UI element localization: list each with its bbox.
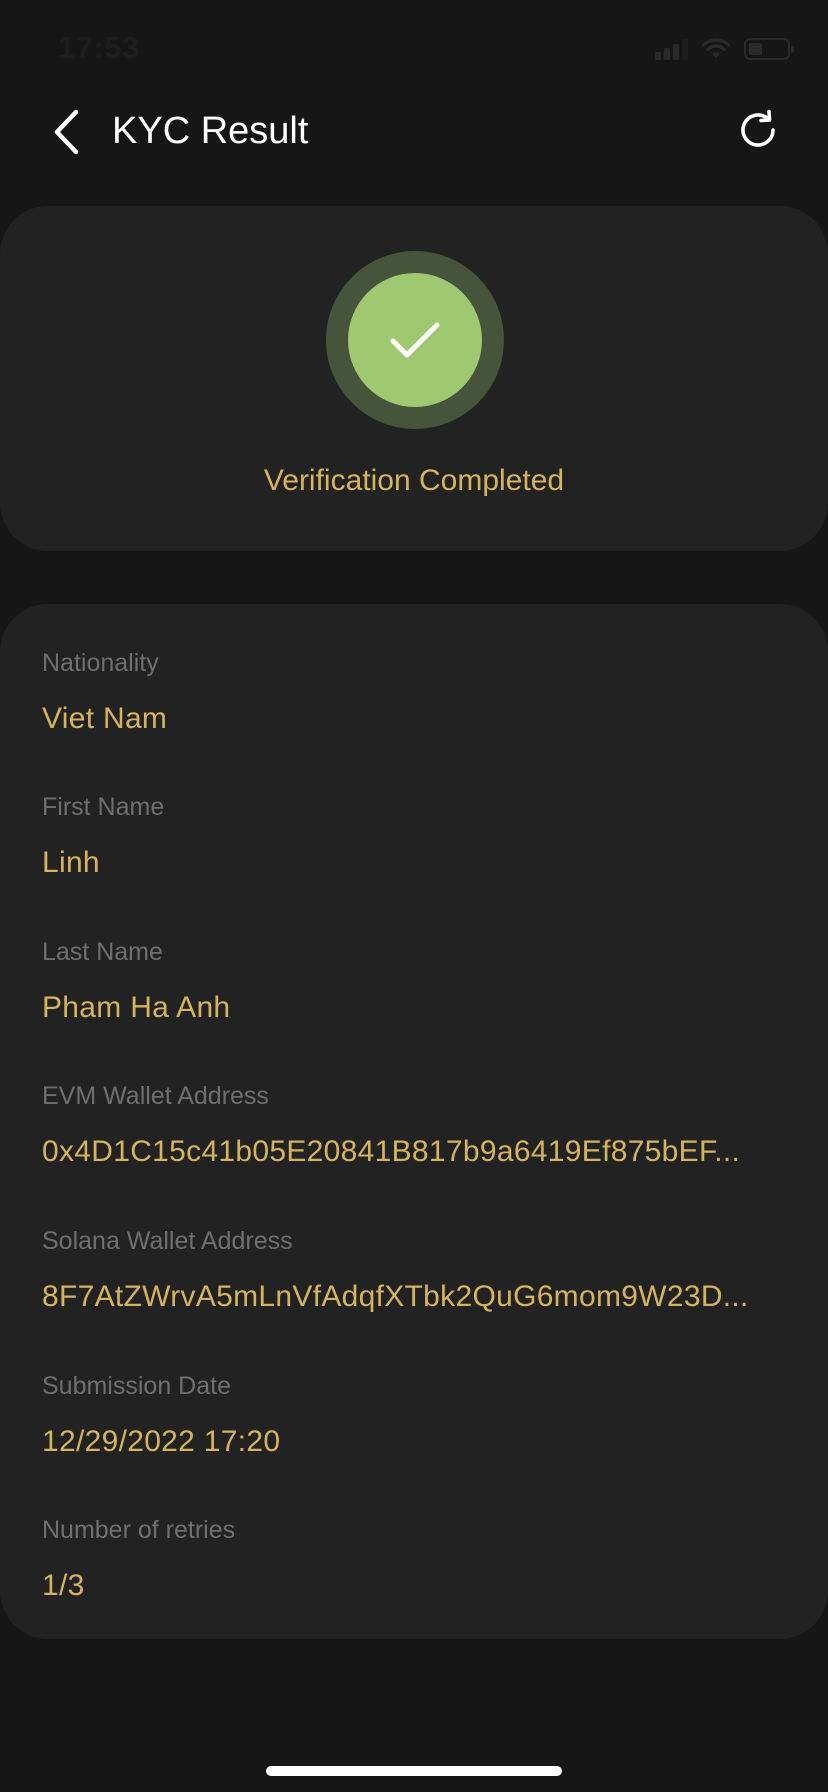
- verification-status-card: Verification Completed: [0, 206, 828, 551]
- detail-label: Solana Wallet Address: [42, 1227, 293, 1255]
- success-circle: [348, 273, 482, 407]
- battery-level: [749, 43, 762, 55]
- back-button[interactable]: [44, 106, 88, 158]
- header: KYC Result: [0, 92, 828, 172]
- detail-nationality: Nationality Viet Nam: [42, 651, 788, 734]
- detail-submission-date: Submission Date 12/29/2022 17:20: [42, 1374, 788, 1457]
- detail-number-of-retries: Number of retries 1/3: [42, 1518, 788, 1601]
- detail-value: 0x4D1C15c41b05E20841B817b9a6419Ef875bEF.…: [42, 1137, 741, 1167]
- success-badge: [326, 251, 504, 429]
- home-indicator[interactable]: [266, 1766, 562, 1776]
- detail-label: First Name: [42, 793, 165, 821]
- kyc-details-card: Nationality Viet Nam First Name Linh Las…: [0, 604, 828, 1639]
- chevron-left-icon: [54, 109, 79, 155]
- cellular-signal-icon: [655, 38, 688, 60]
- wifi-icon: [702, 38, 730, 58]
- status-time: 17:53: [58, 30, 140, 65]
- detail-value: Linh: [42, 848, 100, 878]
- detail-label: EVM Wallet Address: [42, 1082, 269, 1110]
- detail-value: 8F7AtZWrvA5mLnVfAdqfXTbk2QuG6mom9W23D...: [42, 1282, 749, 1312]
- page-title: KYC Result: [112, 110, 309, 152]
- status-bar: 17:53: [0, 0, 828, 92]
- detail-evm-wallet-address: EVM Wallet Address 0x4D1C15c41b05E20841B…: [42, 1084, 788, 1167]
- detail-first-name: First Name Linh: [42, 795, 788, 878]
- detail-label: Last Name: [42, 938, 163, 966]
- detail-solana-wallet-address: Solana Wallet Address 8F7AtZWrvA5mLnVfAd…: [42, 1229, 788, 1312]
- detail-value: 1/3: [42, 1571, 85, 1601]
- detail-label: Submission Date: [42, 1372, 231, 1400]
- battery-icon: [744, 38, 794, 60]
- detail-label: Number of retries: [42, 1516, 236, 1544]
- check-icon: [390, 322, 440, 358]
- status-icons: [655, 36, 794, 62]
- detail-label: Nationality: [42, 649, 159, 677]
- refresh-button[interactable]: [732, 104, 784, 156]
- detail-value: Viet Nam: [42, 704, 168, 734]
- verification-status-text: Verification Completed: [263, 464, 565, 497]
- detail-last-name: Last Name Pham Ha Anh: [42, 940, 788, 1023]
- detail-value: Pham Ha Anh: [42, 993, 231, 1023]
- detail-value: 12/29/2022 17:20: [42, 1427, 281, 1457]
- refresh-icon: [741, 109, 775, 147]
